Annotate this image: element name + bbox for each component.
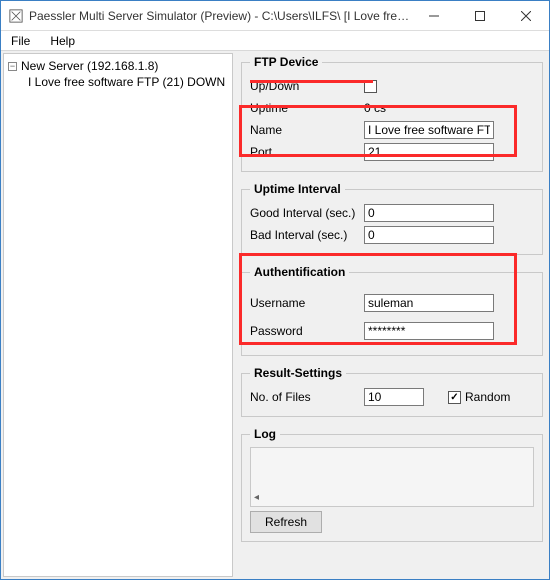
port-label: Port xyxy=(250,145,360,159)
random-checkbox[interactable] xyxy=(448,391,461,404)
tree-root-label: New Server (192.168.1.8) xyxy=(21,59,158,73)
ftp-device-group: FTP Device Up/Down Uptime 0 cs Name Port xyxy=(241,55,543,172)
content-area: − New Server (192.168.1.8) I Love free s… xyxy=(1,51,549,579)
good-interval-input[interactable] xyxy=(364,204,494,222)
username-input[interactable] xyxy=(364,294,494,312)
name-label: Name xyxy=(250,123,360,137)
maximize-button[interactable] xyxy=(457,1,503,31)
nofiles-label: No. of Files xyxy=(250,390,360,404)
auth-legend: Authentification xyxy=(250,265,349,279)
tree-root[interactable]: − New Server (192.168.1.8) xyxy=(4,58,232,74)
server-tree[interactable]: − New Server (192.168.1.8) I Love free s… xyxy=(3,53,233,577)
uptime-interval-group: Uptime Interval Good Interval (sec.) Bad… xyxy=(241,182,543,255)
app-window: Paessler Multi Server Simulator (Preview… xyxy=(0,0,550,580)
log-legend: Log xyxy=(250,427,280,441)
menu-help[interactable]: Help xyxy=(46,32,79,50)
properties-panel: FTP Device Up/Down Uptime 0 cs Name Port xyxy=(235,51,549,579)
menu-file[interactable]: File xyxy=(7,32,34,50)
password-input[interactable] xyxy=(364,322,494,340)
tree-collapse-icon[interactable]: − xyxy=(8,62,17,71)
username-label: Username xyxy=(250,296,360,310)
result-settings-group: Result-Settings No. of Files Random xyxy=(241,366,543,417)
nofiles-input[interactable] xyxy=(364,388,424,406)
result-settings-legend: Result-Settings xyxy=(250,366,346,380)
uptime-interval-legend: Uptime Interval xyxy=(250,182,345,196)
title-bar: Paessler Multi Server Simulator (Preview… xyxy=(1,1,549,31)
menu-bar: File Help xyxy=(1,31,549,51)
good-interval-label: Good Interval (sec.) xyxy=(250,206,360,220)
refresh-button[interactable]: Refresh xyxy=(250,511,322,533)
log-group: Log ◂ Refresh xyxy=(241,427,543,542)
random-label: Random xyxy=(465,390,510,404)
minimize-icon xyxy=(429,11,439,21)
tree-child-label: I Love free software FTP (21) DOWN xyxy=(28,75,225,89)
updown-checkbox[interactable] xyxy=(364,80,377,93)
app-icon xyxy=(9,9,23,23)
password-label: Password xyxy=(250,324,360,338)
log-caret-icon: ◂ xyxy=(254,492,259,503)
bad-interval-label: Bad Interval (sec.) xyxy=(250,228,360,242)
port-input[interactable] xyxy=(364,143,494,161)
close-icon xyxy=(521,11,531,21)
uptime-value: 0 cs xyxy=(364,101,386,115)
maximize-icon xyxy=(475,11,485,21)
auth-group: Authentification Username Password xyxy=(241,265,543,356)
name-input[interactable] xyxy=(364,121,494,139)
minimize-button[interactable] xyxy=(411,1,457,31)
ftp-device-legend: FTP Device xyxy=(250,55,322,69)
window-buttons xyxy=(411,1,549,31)
log-textarea[interactable]: ◂ xyxy=(250,447,534,507)
uptime-label: Uptime xyxy=(250,101,360,115)
close-button[interactable] xyxy=(503,1,549,31)
tree-child[interactable]: I Love free software FTP (21) DOWN xyxy=(4,74,232,90)
window-title: Paessler Multi Server Simulator (Preview… xyxy=(29,9,411,23)
updown-label: Up/Down xyxy=(250,79,360,93)
bad-interval-input[interactable] xyxy=(364,226,494,244)
